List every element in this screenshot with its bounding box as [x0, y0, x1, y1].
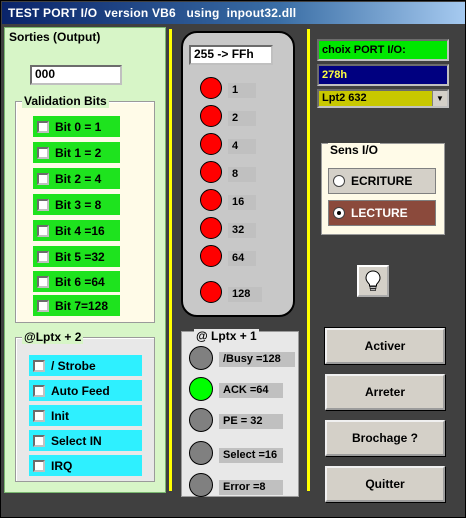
bit-label: Bit 6 =64	[55, 274, 105, 289]
sens-io-group: Sens I/O ECRITURE LECTURE	[321, 143, 445, 235]
led-bit3	[200, 161, 222, 183]
control-label: IRQ	[51, 458, 73, 473]
strobe-checkbox[interactable]: / Strobe	[29, 355, 142, 376]
right-separator	[307, 29, 310, 491]
select-indicator	[189, 441, 213, 465]
radio-indicator	[333, 207, 345, 219]
control-label: Init	[51, 408, 69, 423]
checkbox-box	[37, 146, 49, 159]
checkbox-box	[33, 384, 45, 397]
bit-label: Bit 5 =32	[55, 249, 105, 264]
lecture-radio[interactable]: LECTURE	[328, 200, 436, 226]
busy-indicator	[189, 346, 213, 370]
control-label: Auto Feed	[51, 383, 110, 398]
lightbulb-icon	[365, 270, 381, 291]
irq-checkbox[interactable]: IRQ	[29, 455, 142, 476]
autofeed-checkbox[interactable]: Auto Feed	[29, 380, 142, 401]
checkbox-box	[37, 250, 49, 263]
bit-label: Bit 3 = 8	[55, 197, 102, 212]
led-bit4	[200, 189, 222, 211]
led-label: 64	[228, 251, 256, 266]
led-label: 16	[228, 195, 256, 210]
radio-indicator	[333, 175, 345, 187]
bit-label: Bit 1 = 2	[55, 145, 102, 160]
checkbox-box	[37, 224, 49, 237]
left-separator	[169, 29, 172, 491]
sorties-title: Sorties (Output)	[9, 30, 101, 44]
arreter-button[interactable]: Arreter	[325, 374, 445, 410]
bit-label: Bit 2 = 4	[55, 171, 102, 186]
status-label: /Busy =128	[219, 352, 295, 367]
led-bit5	[200, 217, 222, 239]
radio-label: LECTURE	[351, 206, 408, 220]
checkbox-box	[37, 275, 49, 288]
checkbox-box	[33, 359, 45, 372]
control-label: Select IN	[51, 433, 102, 448]
control-label: / Strobe	[51, 358, 96, 373]
pe-indicator	[189, 408, 213, 432]
window-title: TEST PORT I/O version VB6 using inpout32…	[2, 2, 465, 24]
led-label: 2	[228, 111, 256, 126]
led-bit2	[200, 133, 222, 155]
bit-label: Bit 4 =16	[55, 223, 105, 238]
brochage-button[interactable]: Brochage ?	[325, 420, 445, 456]
led-label: 128	[228, 287, 262, 302]
init-checkbox[interactable]: Init	[29, 405, 142, 426]
output-value-field[interactable]: 000	[30, 65, 122, 85]
bit-label: Bit 7=128	[55, 298, 109, 313]
bit6-checkbox[interactable]: Bit 6 =64	[33, 271, 120, 292]
led-label: 1	[228, 83, 256, 98]
led-bit1	[200, 105, 222, 127]
checkbox-box	[33, 409, 45, 422]
checkbox-box	[37, 172, 49, 185]
quitter-button[interactable]: Quitter	[325, 466, 445, 502]
error-indicator	[189, 473, 213, 497]
port-select-value: Lpt2 632	[322, 92, 367, 104]
lptx1-title: @ Lptx + 1	[194, 329, 259, 343]
checkbox-box	[33, 459, 45, 472]
sens-title: Sens I/O	[328, 143, 381, 157]
lightbulb-button[interactable]	[357, 265, 389, 297]
bit0-checkbox[interactable]: Bit 0 = 1	[33, 116, 120, 137]
output-panel: Sorties (Output) 000 Validation Bits Bit…	[4, 27, 166, 493]
main-window: TEST PORT I/O version VB6 using inpout32…	[0, 0, 466, 518]
status-label: Select =16	[219, 448, 283, 463]
status-label: Error =8	[219, 480, 283, 495]
checkbox-box	[33, 434, 45, 447]
radio-label: ECRITURE	[351, 174, 413, 188]
led-label: 32	[228, 223, 256, 238]
bit3-checkbox[interactable]: Bit 3 = 8	[33, 194, 120, 215]
checkbox-box	[37, 198, 49, 211]
validation-bits-title: Validation Bits	[22, 94, 109, 108]
bit1-checkbox[interactable]: Bit 1 = 2	[33, 142, 120, 163]
bit5-checkbox[interactable]: Bit 5 =32	[33, 246, 120, 267]
port-select[interactable]: Lpt2 632 ▼	[317, 89, 449, 108]
led-bit6	[200, 245, 222, 267]
led-bit7	[200, 281, 222, 303]
bit2-checkbox[interactable]: Bit 2 = 4	[33, 168, 120, 189]
bit4-checkbox[interactable]: Bit 4 =16	[33, 220, 120, 241]
status-label: PE = 32	[219, 414, 283, 429]
activer-button[interactable]: Activer	[324, 327, 446, 365]
checkbox-box	[37, 120, 49, 133]
bit-label: Bit 0 = 1	[55, 119, 102, 134]
led-label: 8	[228, 167, 256, 182]
lptx2-title: @Lptx + 2	[22, 330, 84, 344]
chevron-down-icon[interactable]: ▼	[432, 91, 447, 106]
led-panel: 255 -> FFh 1 2 4 8 16 32 64 128	[181, 31, 295, 317]
port-choice-label: choix PORT I/O:	[317, 39, 449, 61]
ecriture-radio[interactable]: ECRITURE	[328, 168, 436, 194]
hex-display-field[interactable]: 255 -> FFh	[189, 45, 273, 65]
ack-indicator	[189, 377, 213, 401]
checkbox-box	[37, 299, 49, 312]
bit7-checkbox[interactable]: Bit 7=128	[33, 295, 120, 316]
port-address-display: 278h	[317, 64, 449, 86]
led-label: 4	[228, 139, 256, 154]
led-bit0	[200, 77, 222, 99]
selectin-checkbox[interactable]: Select IN	[29, 430, 142, 451]
status-label: ACK =64	[219, 383, 283, 398]
